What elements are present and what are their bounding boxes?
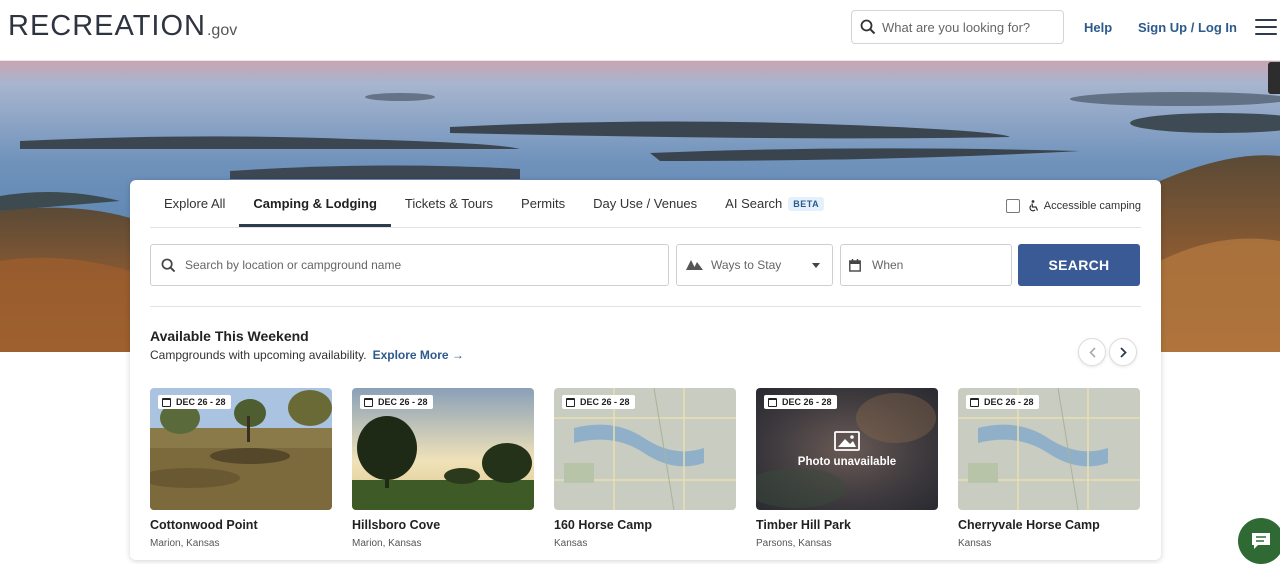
help-link[interactable]: Help [1084,20,1112,35]
calendar-icon [768,397,777,407]
tab-explore-all[interactable]: Explore All [150,180,239,227]
tab-label: Tickets & Tours [404,196,494,211]
tab-ai-search[interactable]: AI Search BETA [711,180,838,227]
tab-camping-lodging[interactable]: Camping & Lodging [239,180,392,227]
date-badge: DEC 26 - 28 [360,395,433,409]
chat-icon [1252,533,1270,549]
recreation-gov-logo[interactable]: RECREATION.gov [8,10,237,43]
campground-name[interactable]: Timber Hill Park [756,518,938,532]
chat-button[interactable] [1238,518,1280,564]
signup-login-link[interactable]: Sign Up / Log In [1138,20,1237,35]
campground-location: Kansas [958,538,992,549]
search-icon [860,19,876,35]
search-button[interactable]: SEARCH [1018,244,1140,286]
ways-to-stay-select[interactable]: Ways to Stay [676,244,833,286]
tab-label: Permits [521,196,566,211]
header-search[interactable] [851,10,1064,44]
available-subtitle-text: Campgrounds with upcoming availability. [150,348,367,362]
campground-location: Kansas [554,538,588,549]
location-search-field[interactable]: Search by location or campground name [150,244,669,286]
campground-image: DEC 26 - 28 [958,388,1140,510]
chevron-down-icon [812,262,820,268]
campground-name[interactable]: 160 Horse Camp [554,518,736,532]
campground-name[interactable]: Cherryvale Horse Camp [958,518,1140,532]
date-text: DEC 26 - 28 [580,397,630,407]
carousel-prev-button[interactable] [1078,338,1106,366]
campground-image: Photo unavailable DEC 26 - 28 [756,388,938,510]
calendar-icon [849,258,861,272]
tab-label: AI Search [725,196,783,211]
search-icon [161,258,176,272]
search-card: Explore All Camping & Lodging Tickets & … [130,180,1161,560]
feedback-side-tab[interactable] [1268,62,1280,94]
accessibility-icon [1029,200,1038,212]
tab-tickets-tours[interactable]: Tickets & Tours [391,180,507,227]
date-badge: DEC 26 - 28 [966,395,1039,409]
campground-location: Marion, Kansas [150,538,220,549]
campground-card[interactable]: Photo unavailable DEC 26 - 28 Timber Hil… [756,388,938,549]
tab-day-use-venues[interactable]: Day Use / Venues [579,180,711,227]
photo-unavailable-text: Photo unavailable [797,456,897,468]
campground-name[interactable]: Hillsboro Cove [352,518,534,532]
date-badge: DEC 26 - 28 [158,395,231,409]
logo-suffix: .gov [206,22,238,39]
calendar-icon [162,397,171,407]
date-text: DEC 26 - 28 [176,397,226,407]
tab-permits[interactable]: Permits [507,180,579,227]
campground-image: DEC 26 - 28 [150,388,332,510]
calendar-icon [970,397,979,407]
campground-image: DEC 26 - 28 [554,388,736,510]
site-header: RECREATION.gov Help Sign Up / Log In [0,0,1280,61]
available-subtitle: Campgrounds with upcoming availability. E… [150,348,464,362]
date-text: DEC 26 - 28 [984,397,1034,407]
date-text: DEC 26 - 28 [378,397,428,407]
tab-label: Explore All [164,196,226,211]
header-search-input[interactable] [882,19,1052,35]
accessible-camping-toggle[interactable]: Accessible camping [1005,199,1141,213]
campground-name[interactable]: Cottonwood Point [150,518,332,532]
campground-location: Parsons, Kansas [756,538,832,549]
campground-card[interactable]: DEC 26 - 28 Cottonwood Point Marion, Kan… [150,388,332,549]
available-title: Available This Weekend [150,328,309,344]
accessible-label: Accessible camping [1043,200,1141,212]
category-tabs: Explore All Camping & Lodging Tickets & … [150,180,838,227]
tab-label: Day Use / Venues [593,196,698,211]
campground-image: DEC 26 - 28 [352,388,534,510]
tab-label: Camping & Lodging [253,196,377,211]
ways-to-stay-label: Ways to Stay [711,258,782,272]
tent-icon [686,260,703,270]
date-text: DEC 26 - 28 [782,397,832,407]
chevron-left-icon [1088,346,1096,358]
logo-text: RECREATION [8,10,206,42]
location-search-placeholder: Search by location or campground name [185,258,402,272]
tab-divider [150,227,1141,228]
accessible-checkbox[interactable] [1005,199,1020,213]
section-divider [150,306,1141,307]
chevron-right-icon [1119,346,1127,358]
campground-card[interactable]: DEC 26 - 28 Hillsboro Cove Marion, Kansa… [352,388,534,549]
campground-card[interactable]: DEC 26 - 28 Cherryvale Horse Camp Kansas [958,388,1140,549]
when-label: When [872,258,904,272]
date-badge: DEC 26 - 28 [562,395,635,409]
campground-card[interactable]: DEC 26 - 28 160 Horse Camp Kansas [554,388,736,549]
carousel-next-button[interactable] [1109,338,1137,366]
calendar-icon [364,397,373,407]
calendar-icon [566,397,575,407]
beta-badge: BETA [788,196,825,211]
explore-more-link[interactable]: Explore More → [373,348,464,362]
hamburger-menu-icon[interactable] [1255,19,1277,37]
campground-location: Marion, Kansas [352,538,422,549]
when-date-field[interactable]: When [840,244,1012,286]
date-badge: DEC 26 - 28 [764,395,837,409]
